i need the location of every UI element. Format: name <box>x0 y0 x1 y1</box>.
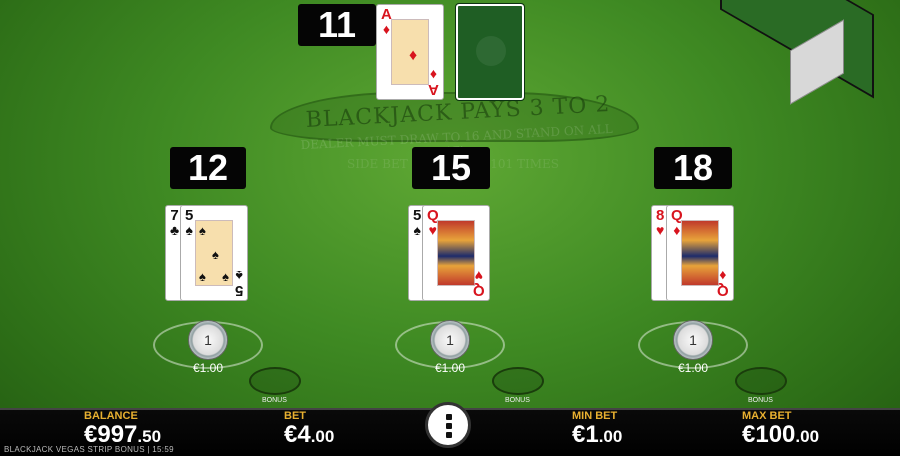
hand-2-score: 15 <box>412 147 490 189</box>
queen-face-icon <box>681 220 719 286</box>
hand-1-bonus-spot[interactable] <box>249 367 301 395</box>
hand-1-bonus-label: BONUS <box>262 397 287 404</box>
vertical-dots-icon <box>446 414 452 420</box>
card-index-bottom: A ♦ <box>428 67 439 98</box>
card-index: 7 ♣ <box>170 207 180 238</box>
card-face: ♠ ♠ ♠ ♠ <box>195 220 233 286</box>
hand-1-card-2: 5 ♠ ♠ ♠ ♠ ♠ 5 ♠ <box>180 205 248 301</box>
spade-pip-icon: ♠ <box>199 269 206 284</box>
hand-3-card-2: Q ♦ Q ♦ <box>666 205 734 301</box>
hand-2-bonus-spot[interactable] <box>492 367 544 395</box>
dealer-hidden-card <box>455 3 525 101</box>
hand-1-chip: 1 <box>188 320 228 360</box>
card-face: ♦ <box>391 19 429 85</box>
hand-1-score: 12 <box>170 147 246 189</box>
dealer-card: A ♦ ♦ A ♦ <box>376 4 444 100</box>
card-index: 8 ♥ <box>656 207 665 238</box>
hand-3-bonus-spot[interactable] <box>735 367 787 395</box>
dealer-score: 11 <box>298 4 376 46</box>
spade-pip-icon: ♠ <box>222 269 229 284</box>
card-index: 5 ♠ <box>413 207 422 238</box>
card-index-bottom: 5 ♠ <box>234 268 243 299</box>
hand-2-bonus-label: BONUS <box>505 397 530 404</box>
game-footer: BLACKJACK VEGAS STRIP BONUS | 15:59 <box>4 445 174 454</box>
menu-button[interactable] <box>425 402 471 448</box>
card-index: 5 ♠ <box>185 207 194 238</box>
hand-3-bonus-label: BONUS <box>748 397 773 404</box>
max-bet-value: €100.00 <box>742 421 820 448</box>
hand-3-bet-amount: €1.00 <box>677 361 709 375</box>
bet-value: €4.00 <box>284 421 335 448</box>
queen-face-icon <box>437 220 475 286</box>
hand-2-bet-amount: €1.00 <box>434 361 466 375</box>
hand-2-card-2: Q ♥ Q ♥ <box>422 205 490 301</box>
spade-pip-icon: ♠ <box>199 223 206 238</box>
min-bet-value: €1.00 <box>572 421 623 448</box>
card-index-bottom: Q ♥ <box>473 268 485 299</box>
hand-3-chip: 1 <box>673 320 713 360</box>
hand-2-chip: 1 <box>430 320 470 360</box>
diamond-pip-icon: ♦ <box>409 47 418 64</box>
spade-pip-icon: ♠ <box>212 247 219 262</box>
hand-1-bet-amount: €1.00 <box>192 361 224 375</box>
hand-3-score: 18 <box>654 147 732 189</box>
card-index-bottom: Q ♦ <box>717 268 729 299</box>
